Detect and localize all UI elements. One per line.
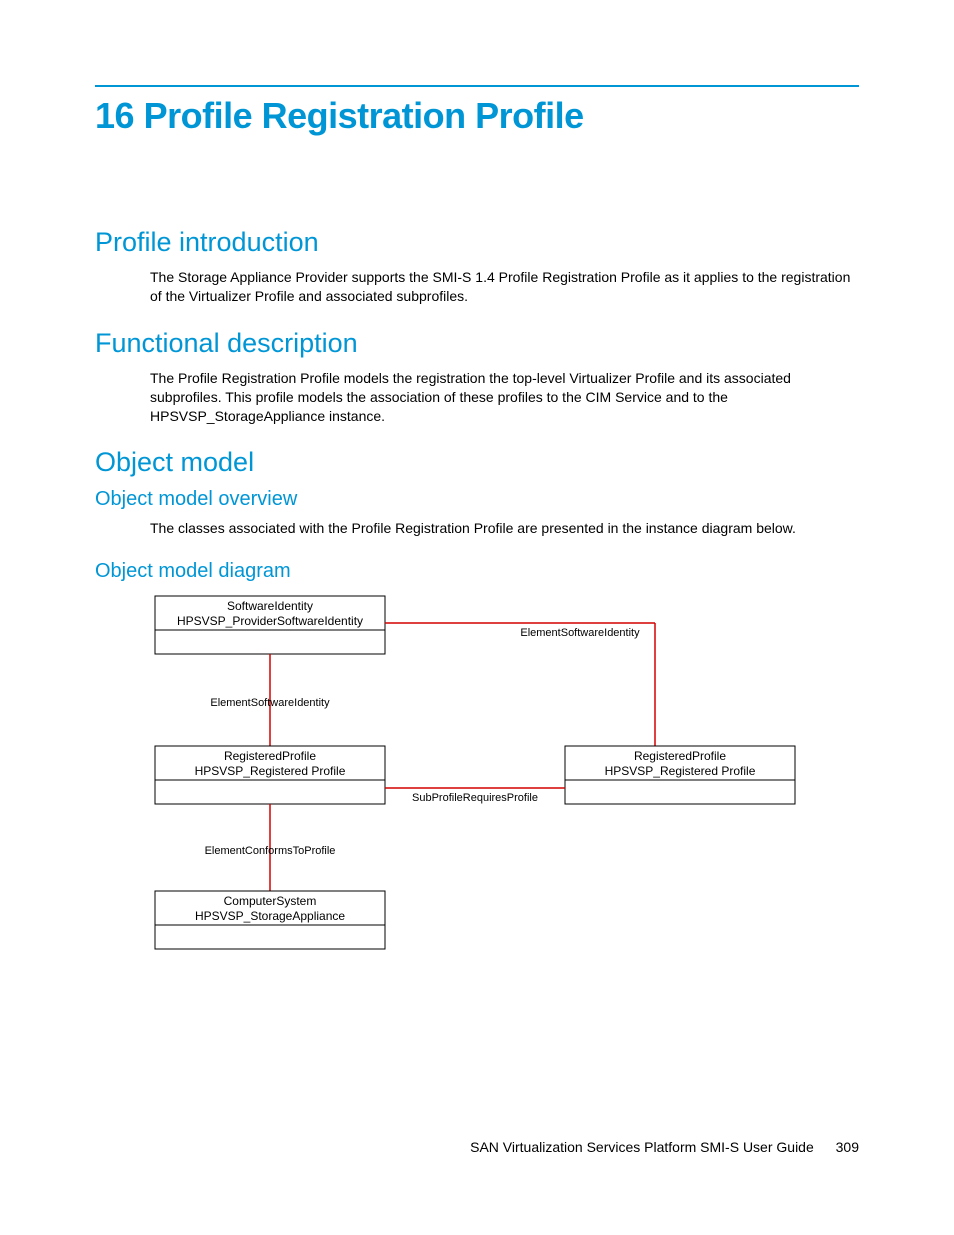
box-software-identity: SoftwareIdentity HPSVSP_ProviderSoftware… <box>155 596 385 654</box>
assoc-ectp: ElementConformsToProfile <box>205 845 336 857</box>
footer-title: SAN Virtualization Services Platform SMI… <box>470 1139 814 1155</box>
box1-l2: HPSVSP_ProviderSoftwareIdentity <box>177 614 363 628</box>
box-registered-profile-right: RegisteredProfile HPSVSP_Registered Prof… <box>565 746 795 804</box>
chapter-rule <box>95 85 859 87</box>
assoc-esi2: ElementSoftwareIdentity <box>210 697 330 709</box>
chapter-number: 16 <box>95 95 134 136</box>
box-computer-system: ComputerSystem HPSVSP_StorageAppliance <box>155 891 385 949</box>
box2-l1: RegisteredProfile <box>224 749 316 763</box>
footer-page-number: 309 <box>836 1139 859 1155</box>
intro-body: The Storage Appliance Provider supports … <box>150 268 859 306</box>
box3-l1: RegisteredProfile <box>634 749 726 763</box>
assoc-element-conforms-to-profile: ElementConformsToProfile <box>205 804 336 891</box>
box4-l1: ComputerSystem <box>224 894 317 908</box>
page-footer: SAN Virtualization Services Platform SMI… <box>470 1139 859 1155</box>
assoc-element-software-identity-right: ElementSoftwareIdentity <box>385 623 655 746</box>
func-body: The Profile Registration Profile models … <box>150 369 859 426</box>
assoc-esi1: ElementSoftwareIdentity <box>520 627 640 639</box>
box-registered-profile-left: RegisteredProfile HPSVSP_Registered Prof… <box>155 746 385 804</box>
section-object-model: Object model <box>95 447 859 478</box>
box2-l2: HPSVSP_Registered Profile <box>195 764 346 778</box>
section-functional-description: Functional description <box>95 328 859 359</box>
box3-l2: HPSVSP_Registered Profile <box>605 764 756 778</box>
chapter-name: Profile Registration Profile <box>144 95 584 136</box>
assoc-sprp: SubProfileRequiresProfile <box>412 792 538 804</box>
subsection-object-model-overview: Object model overview <box>95 488 859 511</box>
subsection-object-model-diagram: Object model diagram <box>95 560 859 583</box>
overview-body: The classes associated with the Profile … <box>150 519 859 538</box>
object-model-diagram: SoftwareIdentity HPSVSP_ProviderSoftware… <box>150 591 859 966</box>
section-profile-introduction: Profile introduction <box>95 227 859 258</box>
box1-l1: SoftwareIdentity <box>227 599 313 613</box>
assoc-element-software-identity-down: ElementSoftwareIdentity <box>210 654 330 746</box>
box4-l2: HPSVSP_StorageAppliance <box>195 909 345 923</box>
chapter-title: 16 Profile Registration Profile <box>95 95 859 137</box>
assoc-subprofile-requires-profile: SubProfileRequiresProfile <box>385 788 565 804</box>
